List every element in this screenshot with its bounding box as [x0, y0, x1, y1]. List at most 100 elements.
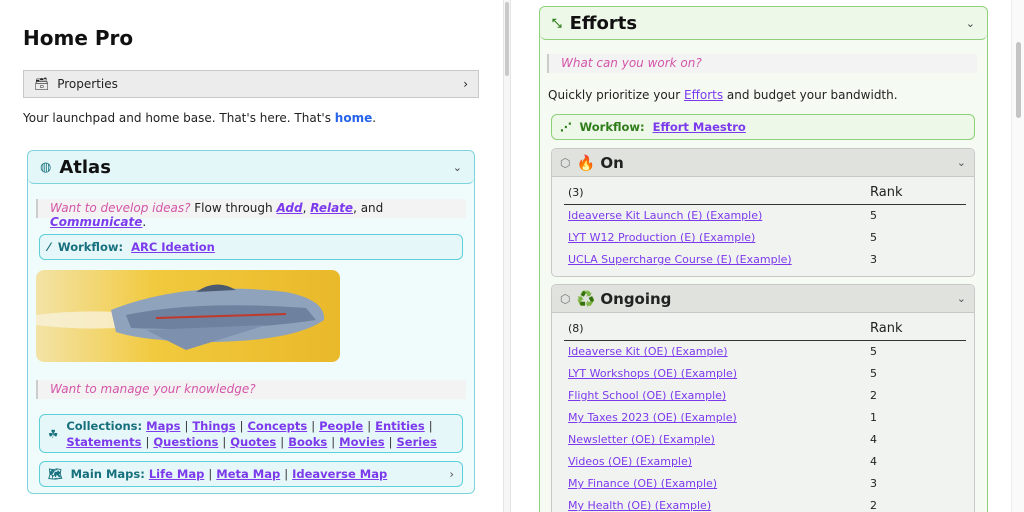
meta-map-link[interactable]: Meta Map — [216, 467, 280, 481]
effort-maestro-link[interactable]: Effort Maestro — [653, 120, 746, 134]
ongoing-title: ♻️ Ongoing — [576, 289, 672, 308]
table-row: Ideaverse Kit (OE) (Example) 5 — [564, 341, 966, 363]
effort-rank: 3 — [870, 477, 877, 490]
table-row: LYT Workshops (OE) (Example) 5 — [564, 363, 966, 385]
intro-text: Your launchpad and home base. That's her… — [23, 111, 376, 125]
work-on-quote: What can you work on? — [547, 54, 977, 73]
effort-rank: 2 — [870, 389, 877, 402]
chevron-down-icon[interactable]: ⌄ — [453, 161, 462, 174]
arc-ideation-link[interactable]: ARC Ideation — [131, 240, 215, 254]
people-link[interactable]: People — [319, 419, 363, 433]
effort-rank: 5 — [870, 345, 877, 359]
quote-text: Flow through — [190, 201, 277, 215]
home-link[interactable]: home — [335, 111, 372, 125]
effort-name: Videos (OE) (Example) — [564, 451, 866, 473]
workflow-label: Workflow: — [57, 240, 124, 254]
effort-link[interactable]: Ideaverse Kit (OE) (Example) — [568, 345, 728, 358]
collections-icon: ☘ — [48, 426, 59, 441]
archive-icon: 🗃 — [34, 77, 50, 91]
workflow-label: Workflow: — [579, 120, 645, 134]
questions-link[interactable]: Questions — [153, 435, 218, 449]
quote-question: What can you work on? — [561, 56, 702, 70]
effort-rank: 5 — [870, 367, 877, 380]
left-pane-scrollbar[interactable] — [503, 0, 511, 512]
rank-header[interactable]: Rank — [866, 181, 966, 205]
series-link[interactable]: Series — [397, 435, 437, 449]
chevron-down-icon[interactable]: ⌄ — [957, 156, 966, 169]
intro-end: . — [372, 111, 377, 125]
workflow-effort-maestro: ⋰ Workflow: Effort Maestro — [551, 114, 975, 140]
and-text: , and — [353, 201, 384, 215]
develop-ideas-quote: Want to develop ideas? Flow through Add,… — [36, 199, 466, 229]
on-table: (3) Rank Ideaverse Kit Launch (E) (Exampl… — [564, 181, 966, 271]
table-row: My Finance (OE) (Example) 3 — [564, 473, 966, 495]
maps-link[interactable]: Maps — [146, 419, 180, 433]
count-header: (3) — [564, 181, 866, 205]
effort-name: UCLA Supercharge Course (E) (Example) — [564, 249, 866, 271]
effort-link[interactable]: Ideaverse Kit Launch (E) (Example) — [568, 209, 762, 222]
effort-link[interactable]: Flight School (OE) (Example) — [568, 389, 726, 402]
on-title: 🔥 On — [576, 153, 624, 172]
effort-link[interactable]: Newsletter (OE) (Example) — [568, 433, 715, 446]
effort-name: Flight School (OE) (Example) — [564, 385, 866, 407]
properties-toggle[interactable]: 🗃 Properties › — [23, 70, 479, 98]
communicate-link[interactable]: Communicate — [50, 215, 142, 229]
chevron-down-icon[interactable]: ⌄ — [966, 17, 975, 30]
workflow-arc: ⁄ Workflow: ARC Ideation — [39, 234, 463, 260]
effort-link[interactable]: My Taxes 2023 (OE) (Example) — [568, 411, 737, 424]
rank-header[interactable]: Rank — [866, 317, 966, 341]
efforts-title: Efforts — [569, 12, 638, 34]
scroll-thumb[interactable] — [1016, 42, 1021, 118]
desc-pre: Quickly prioritize your — [548, 88, 685, 102]
effort-name: Ideaverse Kit Launch (E) (Example) — [564, 205, 866, 227]
on-header[interactable]: ⬡ 🔥 On ⌄ — [552, 149, 974, 177]
collections-box: ☘ Collections: Maps | Things | Concepts … — [39, 414, 463, 453]
quote-question-2: Want to manage your knowledge? — [50, 382, 256, 396]
effort-link[interactable]: Videos (OE) (Example) — [568, 455, 692, 468]
relate-link[interactable]: Relate — [310, 201, 353, 215]
things-link[interactable]: Things — [192, 419, 235, 433]
period: . — [142, 215, 147, 229]
effort-rank: 2 — [870, 499, 877, 512]
collections-links: Collections: Maps | Things | Concepts | … — [66, 418, 437, 449]
effort-name: LYT Workshops (OE) (Example) — [564, 363, 866, 385]
ongoing-section: ⬡ ♻️ Ongoing ⌄ (8) Rank Ideaverse Kit (OE) … — [551, 284, 975, 512]
ongoing-table: (8) Rank Ideaverse Kit (OE) (Example) 5 LYT… — [564, 317, 966, 512]
atlas-header[interactable]: ◍ Atlas ⌄ — [28, 151, 474, 184]
effort-link[interactable]: LYT Workshops (OE) (Example) — [568, 367, 737, 380]
table-row: My Health (OE) (Example) 2 — [564, 495, 966, 512]
table-row: Videos (OE) (Example) 4 — [564, 451, 966, 473]
statements-link[interactable]: Statements — [66, 435, 141, 449]
scroll-thumb[interactable] — [505, 2, 509, 76]
main-maps-label: Main Maps: — [70, 467, 145, 481]
effort-rank: 5 — [870, 231, 877, 244]
concepts-link[interactable]: Concepts — [247, 419, 307, 433]
effort-rank: 4 — [870, 455, 877, 468]
effort-rank: 3 — [870, 253, 877, 266]
cube-icon: ⬡ — [560, 291, 571, 306]
atlas-title: Atlas — [59, 156, 111, 178]
movies-link[interactable]: Movies — [339, 435, 384, 449]
quotes-link[interactable]: Quotes — [230, 435, 276, 449]
effort-link[interactable]: UCLA Supercharge Course (E) (Example) — [568, 253, 792, 266]
dumbbell-icon: ⤡ — [552, 15, 562, 30]
ongoing-header[interactable]: ⬡ ♻️ Ongoing ⌄ — [552, 285, 974, 313]
cube-icon: ⬡ — [560, 155, 571, 170]
chevron-right-icon[interactable]: › — [449, 467, 454, 481]
entities-link[interactable]: Entities — [375, 419, 425, 433]
effort-link[interactable]: My Finance (OE) (Example) — [568, 477, 717, 490]
chart-icon: ⋰ — [560, 120, 572, 134]
effort-rank: 5 — [870, 209, 877, 223]
effort-name: Ideaverse Kit (OE) (Example) — [564, 341, 866, 363]
ideaverse-map-link[interactable]: Ideaverse Map — [292, 467, 387, 481]
efforts-header[interactable]: ⤡ Efforts ⌄ — [540, 7, 987, 40]
efforts-link[interactable]: Efforts — [684, 88, 723, 102]
magic-wand-icon: ⁄ — [48, 240, 50, 254]
add-link[interactable]: Add — [276, 201, 302, 215]
effort-link[interactable]: LYT W12 Production (E) (Example) — [568, 231, 755, 244]
right-pane-scrollbar[interactable] — [1011, 0, 1024, 512]
books-link[interactable]: Books — [288, 435, 327, 449]
life-map-link[interactable]: Life Map — [149, 467, 205, 481]
effort-link[interactable]: My Health (OE) (Example) — [568, 499, 711, 512]
chevron-down-icon[interactable]: ⌄ — [957, 292, 966, 305]
